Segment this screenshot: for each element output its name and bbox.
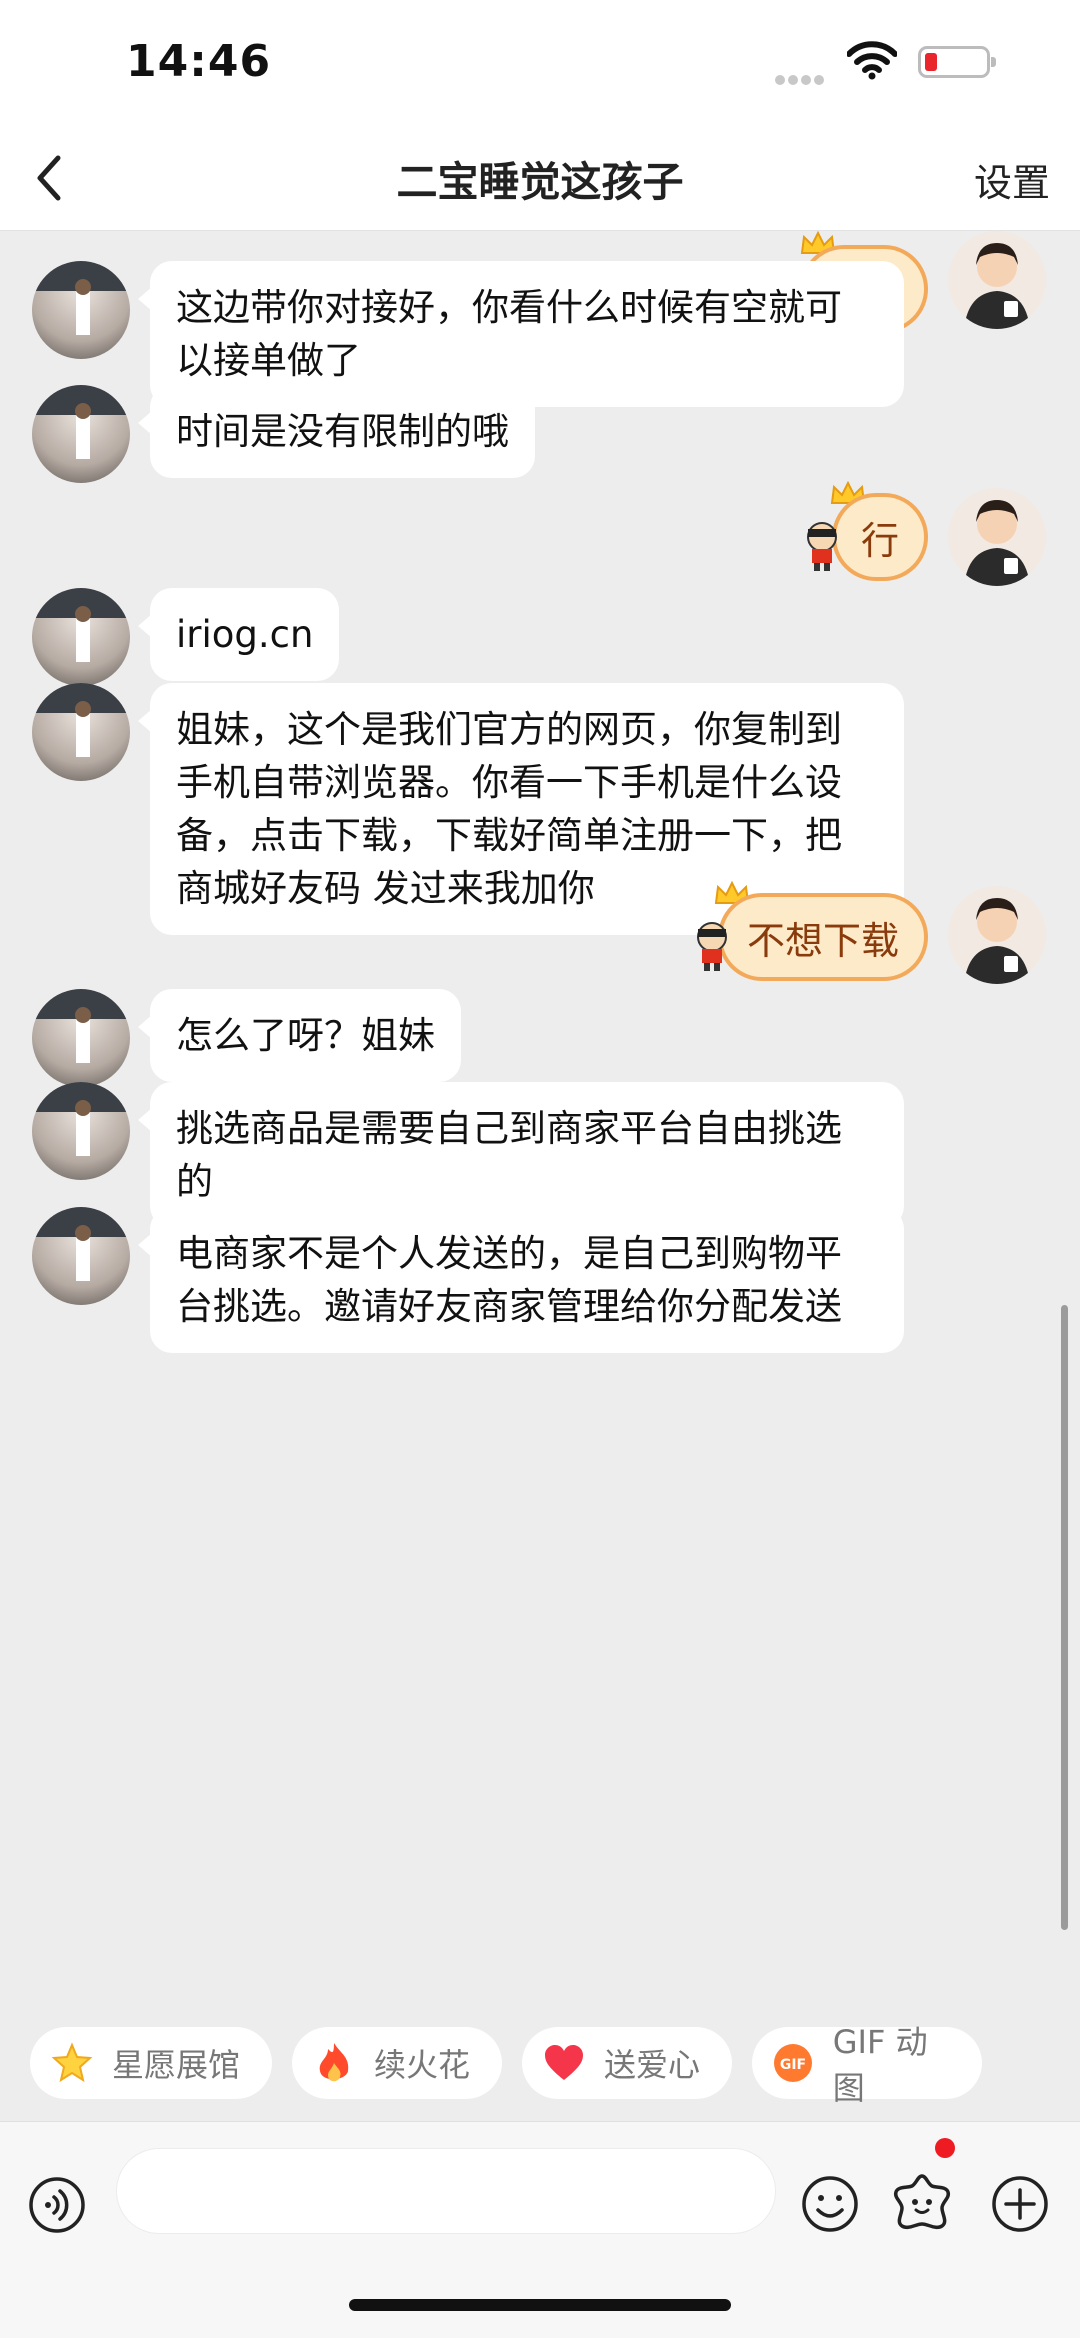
my-avatar[interactable] [948, 886, 1046, 984]
my-avatar[interactable] [948, 231, 1046, 329]
quick-action-send-heart[interactable]: 送爱心 [522, 2027, 732, 2099]
wifi-icon [847, 41, 897, 80]
quick-action-wish-gallery[interactable]: 星愿展馆 [30, 2027, 272, 2099]
status-time: 14:46 [126, 36, 272, 87]
emoji-icon[interactable] [800, 2174, 860, 2234]
battery-icon [918, 46, 996, 78]
heart-icon [542, 2041, 586, 2085]
scrollbar[interactable] [1061, 1305, 1068, 1930]
cartoon-kid-icon [807, 522, 837, 571]
message-list[interactable]: 也行 这边带你对接好，你看什么时候有空就可以接单做了 时间是没有限制的哦 行 i… [0, 231, 1080, 2021]
flame-icon [312, 2041, 356, 2085]
quick-action-spark[interactable]: 续火花 [292, 2027, 502, 2099]
quick-action-label: 星愿展馆 [112, 2046, 241, 2084]
contact-avatar[interactable] [32, 588, 130, 686]
message-bubble[interactable]: iriog.cn [137, 588, 340, 681]
contact-avatar[interactable] [32, 989, 130, 1087]
voice-icon[interactable] [28, 2176, 86, 2234]
svg-text:GIF: GIF [780, 2057, 806, 2073]
star-face-icon [50, 2041, 94, 2085]
message-bubble[interactable]: 时间是没有限制的哦 [138, 385, 535, 478]
message-input[interactable] [116, 2148, 776, 2234]
contact-avatar[interactable] [32, 1082, 130, 1180]
contact-avatar[interactable] [32, 261, 130, 359]
sticker-icon[interactable] [890, 2170, 954, 2234]
plus-icon[interactable] [990, 2174, 1050, 2234]
chat-header: 二宝睡觉这孩子 设置 [0, 130, 1080, 231]
input-bar [0, 2121, 1080, 2338]
quick-action-label: GIF 动图 [832, 2023, 928, 2107]
notification-dot [935, 2138, 955, 2158]
contact-avatar[interactable] [32, 385, 130, 483]
home-indicator[interactable] [349, 2299, 731, 2311]
quick-action-label: 送爱心 [604, 2046, 701, 2084]
cartoon-kid-icon [697, 922, 727, 971]
contact-avatar[interactable] [32, 1207, 130, 1305]
settings-button[interactable]: 设置 [974, 152, 1050, 207]
chat-title: 二宝睡觉这孩子 [396, 158, 684, 206]
quick-action-bar: 星愿展馆 续火花 送爱心 GIF GIF 动图 [0, 2021, 1080, 2121]
cellular-signal-icon [775, 70, 833, 85]
message-sticker[interactable]: 不想下载 [718, 893, 928, 981]
gif-icon: GIF [772, 2041, 815, 2085]
message-sticker[interactable]: 行 [832, 493, 928, 581]
message-bubble[interactable]: 电商家不是个人发送的，是自己到购物平台挑选。邀请好友商家管理给你分配发送 [138, 1207, 904, 1353]
status-bar: 14:46 [0, 0, 1080, 130]
quick-action-gif[interactable]: GIF GIF 动图 [752, 2023, 982, 2107]
quick-action-label: 续火花 [374, 2046, 471, 2084]
my-avatar[interactable] [948, 488, 1046, 586]
message-bubble[interactable]: 怎么了呀？姐妹 [138, 989, 461, 1082]
contact-avatar[interactable] [32, 683, 130, 781]
